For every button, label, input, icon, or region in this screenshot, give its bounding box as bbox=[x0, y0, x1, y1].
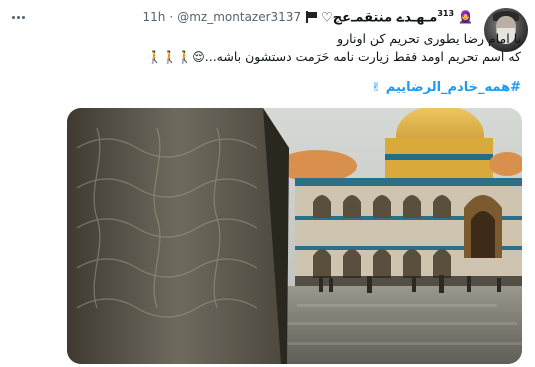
dot bbox=[21, 15, 25, 19]
woman-icon: 🧕 bbox=[458, 10, 473, 24]
tweet-media-image[interactable] bbox=[67, 108, 522, 364]
tweet-line-2: که اسم تحریم اومد فقط زیارت نامه حَرَمت … bbox=[61, 48, 521, 66]
victory-hand-icon: ✌ bbox=[371, 80, 382, 94]
tweet-line-2-text: که اسم تحریم اومد فقط زیارت نامه حَرَمت … bbox=[204, 49, 521, 64]
tweet-line-1: با امام رضا یطوری تحریم کن اونارو bbox=[337, 31, 521, 46]
name-superscript: 313 bbox=[437, 8, 455, 18]
display-name[interactable]: مـهـدے منتقمـ‌عج♡313 bbox=[321, 9, 454, 25]
hashtag-link[interactable]: #همه_خادم_الرضاییم ✌ bbox=[371, 80, 521, 95]
more-options-icon[interactable] bbox=[8, 10, 28, 24]
tweet-time[interactable]: 11h bbox=[143, 10, 166, 24]
tweet-line-2-emoji: 😌🚶🚶🚶 bbox=[147, 50, 205, 64]
shrine-courtyard-photo bbox=[67, 108, 522, 364]
separator-dot: · bbox=[169, 10, 174, 24]
tweet-header: 11h · @mz_montazer3137 مـهـدے منتقمـ‌عج♡… bbox=[143, 7, 473, 27]
tweet-text: با امام رضا یطوری تحریم کن اونارو که اسم… bbox=[61, 30, 521, 66]
user-handle[interactable]: @mz_montazer3137 bbox=[177, 10, 301, 24]
dot bbox=[16, 15, 20, 19]
flag-icon bbox=[305, 11, 317, 23]
tweet-card[interactable]: 11h · @mz_montazer3137 مـهـدے منتقمـ‌عج♡… bbox=[0, 0, 535, 367]
hashtag-text: #همه_خادم_الرضاییم bbox=[385, 80, 521, 95]
display-name-text: مـهـدے منتقمـ‌عج♡ bbox=[321, 10, 438, 26]
dot bbox=[11, 15, 15, 19]
